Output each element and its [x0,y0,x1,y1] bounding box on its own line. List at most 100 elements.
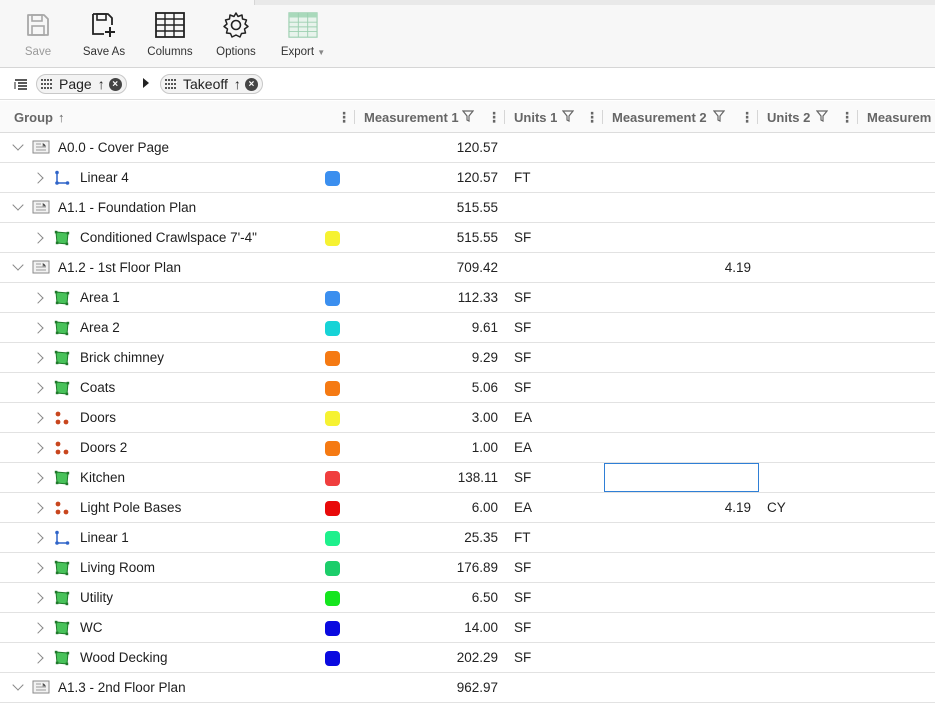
color-swatch[interactable] [325,501,340,516]
measurement-1-cell[interactable]: 9.29 [472,350,498,365]
table-row[interactable]: Kitchen 138.11 SF [0,463,935,493]
table-row[interactable]: Linear 1 25.35 FT [0,523,935,553]
header-group[interactable]: Group ↑ [14,101,65,133]
header-units-2[interactable]: Units 2 [767,101,829,133]
measurement-1-cell[interactable]: 202.29 [457,650,498,665]
measurement-1-cell[interactable]: 120.57 [457,140,498,155]
column-divider[interactable] [354,110,355,124]
active-tab[interactable] [0,0,255,5]
header-measurement-2[interactable]: Measurement 2 [612,101,725,133]
options-button[interactable]: Options [214,8,258,64]
color-swatch[interactable] [325,621,340,636]
column-divider[interactable] [504,110,505,124]
measurement-1-cell[interactable]: 3.00 [472,410,498,425]
measurement-1-cell[interactable]: 14.00 [464,620,498,635]
table-row[interactable]: Area 1 112.33 SF [0,283,935,313]
color-swatch[interactable] [325,291,340,306]
measurement-1-cell[interactable]: 176.89 [457,560,498,575]
table-row[interactable]: Brick chimney 9.29 SF [0,343,935,373]
table-row[interactable]: Coats 5.06 SF [0,373,935,403]
color-swatch[interactable] [325,381,340,396]
units-1-cell[interactable]: SF [514,320,531,335]
units-1-cell[interactable]: EA [514,410,532,425]
remove-chip-icon[interactable]: × [244,77,258,91]
header-measurement-1-menu-icon[interactable]: ⋮ [487,101,501,133]
filter-icon[interactable] [562,109,575,125]
color-swatch[interactable] [325,441,340,456]
columns-button[interactable]: Columns [145,8,195,64]
chevron-right-icon[interactable] [32,412,44,424]
group-chip-page[interactable]: Page ↑ × [36,74,127,94]
column-divider[interactable] [757,110,758,124]
chevron-right-icon[interactable] [32,532,44,544]
table-row[interactable]: Linear 4 120.57 FT [0,163,935,193]
chevron-right-icon[interactable] [32,322,44,334]
remove-chip-icon[interactable]: × [108,77,122,91]
measurement-1-cell[interactable]: 25.35 [464,530,498,545]
chevron-right-icon[interactable] [32,622,44,634]
measurement-1-cell[interactable]: 962.97 [457,680,498,695]
drag-handle-icon[interactable] [41,76,53,92]
units-1-cell[interactable]: SF [514,350,531,365]
sort-ascending-icon[interactable]: ↑ [98,76,105,92]
measurement-1-cell[interactable]: 120.57 [457,170,498,185]
units-1-cell[interactable]: FT [514,530,531,545]
units-1-cell[interactable]: EA [514,440,532,455]
units-1-cell[interactable]: SF [514,590,531,605]
units-1-cell[interactable]: SF [514,650,531,665]
color-swatch[interactable] [325,171,340,186]
drag-handle-icon[interactable] [165,76,177,92]
group-row[interactable]: A1.3 - 2nd Floor Plan 962.97 [0,673,935,703]
measurement-2-cell[interactable]: 4.19 [725,500,751,515]
chevron-right-icon[interactable] [32,502,44,514]
chevron-right-icon[interactable] [32,562,44,574]
color-swatch[interactable] [325,471,340,486]
header-units-1-menu-icon[interactable]: ⋮ [585,101,599,133]
chevron-right-icon[interactable] [32,232,44,244]
column-divider[interactable] [602,110,603,124]
color-swatch[interactable] [325,591,340,606]
table-row[interactable]: Living Room 176.89 SF [0,553,935,583]
color-swatch[interactable] [325,561,340,576]
color-swatch[interactable] [325,321,340,336]
table-row[interactable]: Wood Decking 202.29 SF [0,643,935,673]
color-swatch[interactable] [325,351,340,366]
sort-ascending-icon[interactable]: ↑ [58,110,65,125]
chevron-right-icon[interactable] [32,292,44,304]
header-units-2-menu-icon[interactable]: ⋮ [840,101,854,133]
measurement-1-cell[interactable]: 112.33 [458,290,498,305]
color-swatch[interactable] [325,231,340,246]
units-2-cell[interactable]: CY [767,500,786,515]
chevron-right-icon[interactable] [32,472,44,484]
chevron-down-icon[interactable] [12,139,24,151]
header-measurement-2-menu-icon[interactable]: ⋮ [740,101,754,133]
units-1-cell[interactable]: FT [514,170,531,185]
measurement-1-cell[interactable]: 1.00 [472,440,498,455]
units-1-cell[interactable]: SF [514,620,531,635]
color-swatch[interactable] [325,531,340,546]
units-1-cell[interactable]: SF [514,290,531,305]
units-1-cell[interactable]: EA [514,500,532,515]
chevron-right-icon[interactable] [32,442,44,454]
table-row[interactable]: Area 2 9.61 SF [0,313,935,343]
filter-icon[interactable] [816,109,829,125]
header-units-1[interactable]: Units 1 [514,101,575,133]
column-divider[interactable] [857,110,858,124]
group-row[interactable]: A0.0 - Cover Page 120.57 [0,133,935,163]
table-row[interactable]: WC 14.00 SF [0,613,935,643]
save-as-button[interactable]: Save As [80,8,128,64]
table-row[interactable]: Doors 2 1.00 EA [0,433,935,463]
group-row[interactable]: A1.2 - 1st Floor Plan 709.42 4.19 [0,253,935,283]
group-row[interactable]: A1.1 - Foundation Plan 515.55 [0,193,935,223]
table-row[interactable]: Light Pole Bases 6.00 EA 4.19 CY [0,493,935,523]
units-1-cell[interactable]: SF [514,560,531,575]
chevron-right-icon[interactable] [32,382,44,394]
selected-cell[interactable] [604,463,759,492]
filter-icon[interactable] [461,109,474,125]
filter-icon[interactable] [712,109,725,125]
chevron-right-icon[interactable] [32,652,44,664]
chevron-right-icon[interactable] [32,352,44,364]
chevron-right-icon[interactable] [32,592,44,604]
header-group-menu-icon[interactable]: ⋮ [337,101,351,133]
export-button[interactable]: Export ▼ [278,8,328,64]
